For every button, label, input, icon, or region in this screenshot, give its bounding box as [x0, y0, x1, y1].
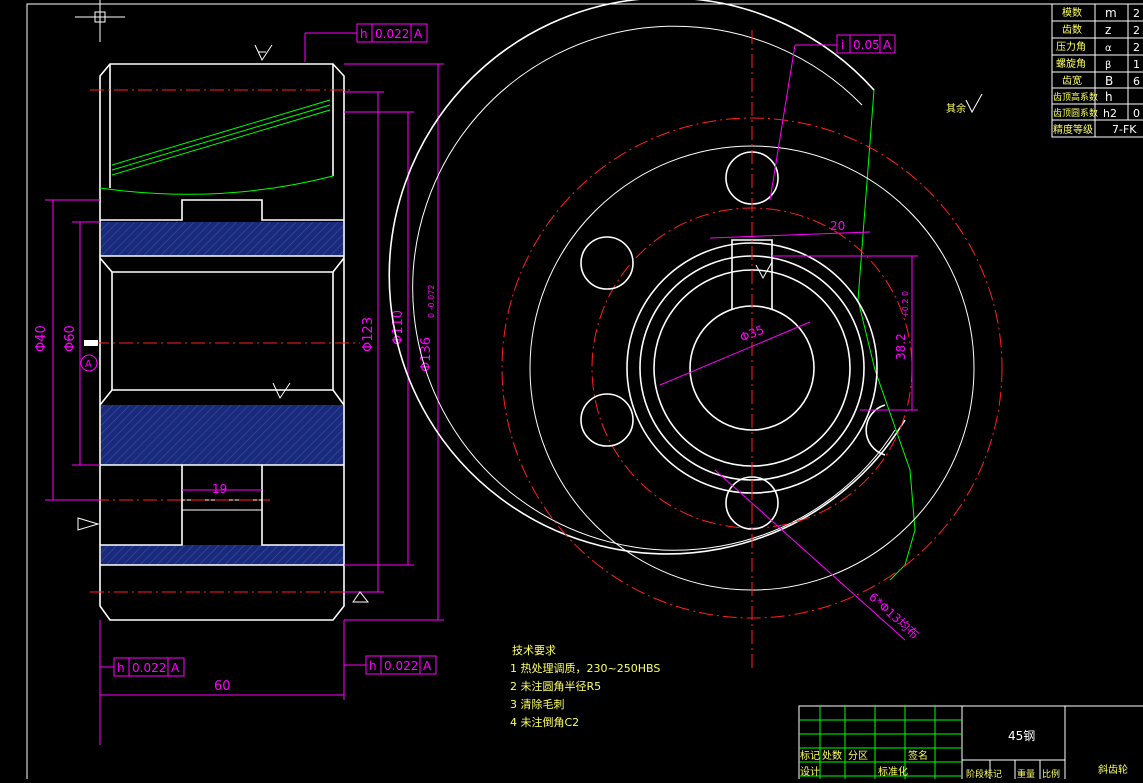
svg-text:A: A — [414, 27, 423, 41]
tb-weight: 重量 — [1017, 768, 1035, 779]
title-block: 标记 处数 分区 签名 设计 标准化 阶段标记 重量 比例 45钢 斜齿轮 — [798, 705, 1143, 783]
param-value: 0 — [1133, 107, 1140, 120]
roughness-icon — [254, 44, 273, 62]
param-symbol: z — [1105, 23, 1111, 37]
tb-scale: 比例 — [1042, 768, 1060, 779]
section-hatch-bottom — [101, 545, 343, 565]
bolt-hole — [580, 393, 634, 447]
tech-req-item: 1 热处理调质，230~250HBS — [510, 662, 660, 675]
param-symbol: h — [1105, 90, 1113, 104]
bolt-hole — [580, 236, 634, 290]
gear-section-outline — [99, 63, 345, 621]
param-symbol: B — [1105, 74, 1113, 88]
parameter-table: 模数 m 2 齿数 z 2 压力角 α 2 螺旋角 β 1 齿宽 B 6 齿顶高… — [1051, 3, 1143, 138]
dim-key-depth: 38.2 — [894, 333, 908, 360]
svg-text:h: h — [360, 27, 368, 41]
tolerance-frame-top-left: h 0.022 A — [304, 23, 428, 62]
param-value: 2 — [1133, 7, 1140, 20]
tb-zone: 分区 — [848, 750, 868, 762]
dim-d123: Φ123 — [361, 317, 376, 352]
section-view — [90, 63, 360, 621]
param-value: 2 — [1133, 41, 1140, 54]
roughness-icon — [965, 93, 983, 114]
cad-drawing-sheet: Φ40 Φ60 A Φ123 Φ110 Φ136 0 -0.072 19 60 — [0, 0, 1143, 783]
tb-mark: 标记 — [800, 750, 820, 762]
dim-key-depth-tolerance: +0.2 0 — [901, 291, 910, 318]
section-hatch-top — [101, 222, 343, 256]
dim-key-width: 20 — [830, 219, 845, 233]
tech-req-title: 技术要求 — [512, 644, 556, 657]
dim-holes: 6*Φ13均布 — [866, 590, 922, 642]
param-symbol: β — [1105, 60, 1111, 71]
param-name: 齿宽 — [1062, 74, 1082, 87]
param-symbol: h2 — [1103, 107, 1117, 120]
svg-text:0.022: 0.022 — [384, 659, 418, 673]
dim-bore: Φ40 — [34, 325, 49, 352]
tb-part-name: 斜齿轮 — [1098, 763, 1128, 776]
tolerance-frame-bottom-right: h 0.022 A — [344, 655, 437, 675]
svg-text:A: A — [171, 661, 180, 675]
tb-stage: 阶段标记 — [966, 768, 1002, 779]
svg-text:h: h — [117, 661, 125, 675]
param-value: 1 — [1133, 58, 1140, 71]
svg-text:0.022: 0.022 — [375, 27, 409, 41]
roughness-icon — [352, 591, 370, 603]
tb-design: 设计 — [800, 765, 820, 778]
param-name: 螺旋角 — [1056, 57, 1086, 70]
param-name: 齿数 — [1062, 23, 1082, 36]
dim-d136-tolerance: 0 -0.072 — [427, 285, 436, 318]
svg-text:A: A — [883, 38, 892, 52]
technical-requirements: 技术要求 1 热处理调质，230~250HBS 2 未注圆角半径R5 3 清除毛… — [510, 644, 660, 729]
dim-bore-right: Φ35 — [738, 323, 766, 345]
param-value: 2 — [1133, 24, 1140, 37]
dim-width: 60 — [214, 679, 231, 694]
roughness-icon — [77, 517, 100, 531]
roughness-note: 其余 — [946, 102, 966, 115]
gear-outer-arc — [388, 0, 906, 555]
section-hatch-middle — [101, 405, 343, 465]
tolerance-frame-bottom-left: h 0.022 A — [100, 657, 185, 677]
tech-req-item: 4 未注倒角C2 — [510, 715, 579, 729]
param-name: 模数 — [1062, 6, 1082, 19]
param-name: 精度等级 — [1053, 123, 1093, 136]
param-value: 7-FK — [1112, 123, 1137, 136]
param-symbol: α — [1105, 43, 1112, 54]
tech-req-item: 3 清除毛刺 — [510, 697, 565, 711]
helix-line — [111, 99, 331, 166]
param-value: 6 — [1133, 75, 1140, 88]
svg-text:0.022: 0.022 — [132, 661, 166, 675]
param-name: 压力角 — [1056, 40, 1086, 53]
crosshair-cursor-icon — [75, 0, 125, 42]
svg-text:A: A — [423, 659, 432, 673]
svg-text:i: i — [841, 38, 844, 52]
tech-req-item: 2 未注圆角半径R5 — [510, 679, 601, 693]
dim-hub: Φ60 — [63, 325, 78, 352]
param-name: 齿顶圆系数 — [1053, 107, 1098, 119]
tb-material: 45钢 — [1008, 729, 1035, 743]
break-curve — [99, 175, 334, 195]
svg-text:0.05: 0.05 — [853, 38, 880, 52]
svg-text:h: h — [369, 659, 377, 673]
param-symbol: m — [1105, 6, 1117, 20]
dim-keyway: 19 — [212, 482, 227, 496]
param-name: 齿顶高系数 — [1053, 91, 1098, 103]
tb-sign: 签名 — [908, 749, 928, 762]
section-dimensions: Φ40 Φ60 A Φ123 Φ110 Φ136 0 -0.072 19 60 — [34, 44, 444, 745]
datum-label: A — [85, 359, 92, 370]
tb-count: 处数 — [822, 749, 842, 762]
front-view — [388, 0, 1003, 668]
dim-d110: Φ110 — [391, 310, 406, 345]
tb-standard: 标准化 — [878, 765, 908, 778]
cad-canvas: Φ40 Φ60 A Φ123 Φ110 Φ136 0 -0.072 19 60 — [26, 0, 1143, 783]
